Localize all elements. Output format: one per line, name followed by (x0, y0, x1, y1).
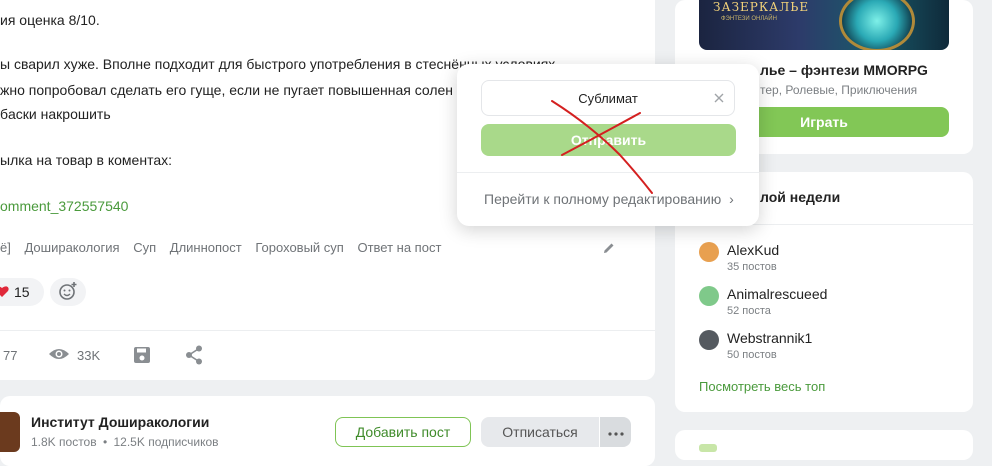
tag[interactable]: Ответ на пост (357, 240, 441, 255)
tag[interactable]: Длиннопост (170, 240, 242, 255)
mirror-image (839, 0, 915, 50)
avatar[interactable] (699, 242, 719, 262)
avatar[interactable] (699, 286, 719, 306)
add-reaction-button[interactable] (50, 278, 86, 306)
top-week-title: лой недели (760, 189, 841, 205)
divider (0, 330, 655, 331)
heart-icon (0, 283, 10, 302)
post-text-line: ылка на товар в коментах: (0, 152, 172, 168)
dots-icon (607, 423, 624, 441)
smile-plus-icon (58, 281, 78, 304)
post-text-line: бaски накрошить (0, 106, 111, 122)
see-all-top-link[interactable]: Посмотреть весь топ (699, 379, 825, 394)
tag[interactable]: ё] (0, 240, 11, 255)
top-user-name[interactable]: Webstrannik1 (727, 330, 812, 346)
top-user-posts: 50 постов (727, 349, 777, 361)
next-card (675, 430, 973, 460)
community-posts: 1.8K постов (31, 435, 97, 449)
share-icon[interactable] (185, 345, 203, 370)
key-icon (699, 444, 717, 452)
top-user-posts: 35 постов (727, 261, 777, 273)
unsubscribe-button[interactable]: Отписаться (481, 417, 599, 447)
avatar[interactable] (699, 330, 719, 350)
post-comment-link[interactable]: omment_372557540 (0, 198, 128, 214)
like-counter[interactable]: 15 (0, 278, 44, 306)
comment-count[interactable]: 77 (3, 348, 17, 363)
more-options-button[interactable] (600, 417, 631, 447)
post-text-line: ия оценка 8/10. (0, 12, 100, 28)
tag[interactable]: Доширакология (24, 240, 119, 255)
community-avatar[interactable] (0, 412, 20, 452)
top-user-posts: 52 поста (727, 305, 771, 317)
add-post-button[interactable]: Добавить пост (335, 417, 471, 447)
top-user-name[interactable]: Animalrescueed (727, 286, 827, 302)
top-user-name[interactable]: AlexKud (727, 242, 779, 258)
eye-icon (48, 346, 70, 367)
community-name[interactable]: Институт Доширакологии (31, 414, 209, 430)
view-count: 33K (77, 348, 101, 363)
game-banner[interactable]: ЗАЗЕРКАЛЬЕ ФЭНТЕЗИ ОНЛАЙН (699, 0, 949, 50)
ad-genres: тер, Ролевые, Приключения (760, 83, 918, 97)
community-subscribers: 12.5K подписчиков (113, 435, 219, 449)
ad-title[interactable]: лье – фэнтези MMORPG (760, 62, 928, 78)
edit-tags-icon[interactable] (601, 240, 617, 261)
banner-title: ЗАЗЕРКАЛЬЕ (713, 0, 810, 14)
save-icon[interactable] (133, 346, 151, 369)
clear-icon[interactable] (714, 91, 724, 106)
red-cross-annotation (551, 100, 653, 194)
banner-subtitle: ФЭНТЕЗИ ОНЛАЙН (721, 16, 777, 22)
tag-list: ё] Доширакология Суп Длиннопост Гороховы… (0, 240, 451, 255)
chevron-right-icon: › (729, 191, 734, 207)
tag[interactable]: Гороховый суп (255, 240, 343, 255)
tag[interactable]: Суп (133, 240, 156, 255)
like-count: 15 (14, 284, 30, 300)
post-text-line: жно попробовал сделать его гуще, если не… (0, 82, 454, 98)
community-stats: 1.8K постов • 12.5K подписчиков (31, 435, 219, 449)
